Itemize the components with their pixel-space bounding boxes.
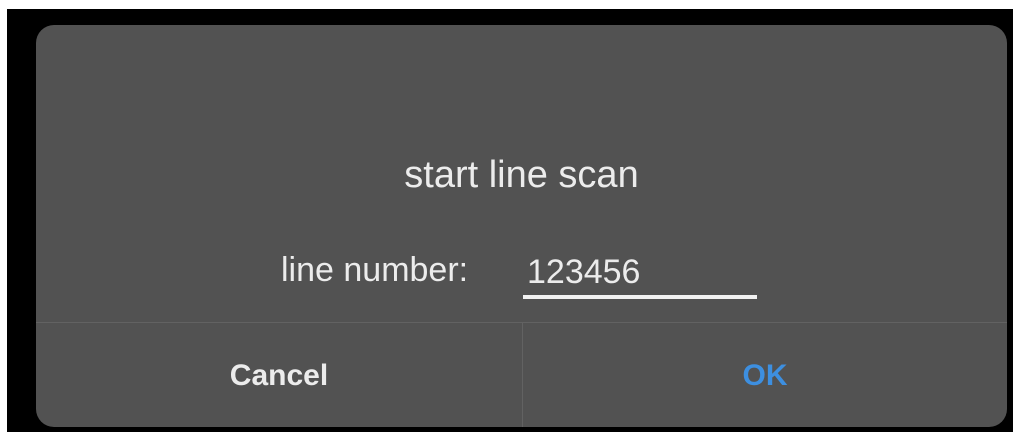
- line-number-input[interactable]: [523, 249, 757, 299]
- cancel-button[interactable]: Cancel: [36, 323, 522, 427]
- dialog-title: start line scan: [404, 154, 639, 196]
- line-number-label: line number:: [281, 251, 469, 289]
- line-scan-dialog: start line scan line number: Cancel OK: [36, 25, 1007, 427]
- ok-button[interactable]: OK: [523, 323, 1007, 427]
- line-number-row: line number:: [36, 249, 1007, 299]
- dialog-button-bar: Cancel OK: [36, 322, 1007, 427]
